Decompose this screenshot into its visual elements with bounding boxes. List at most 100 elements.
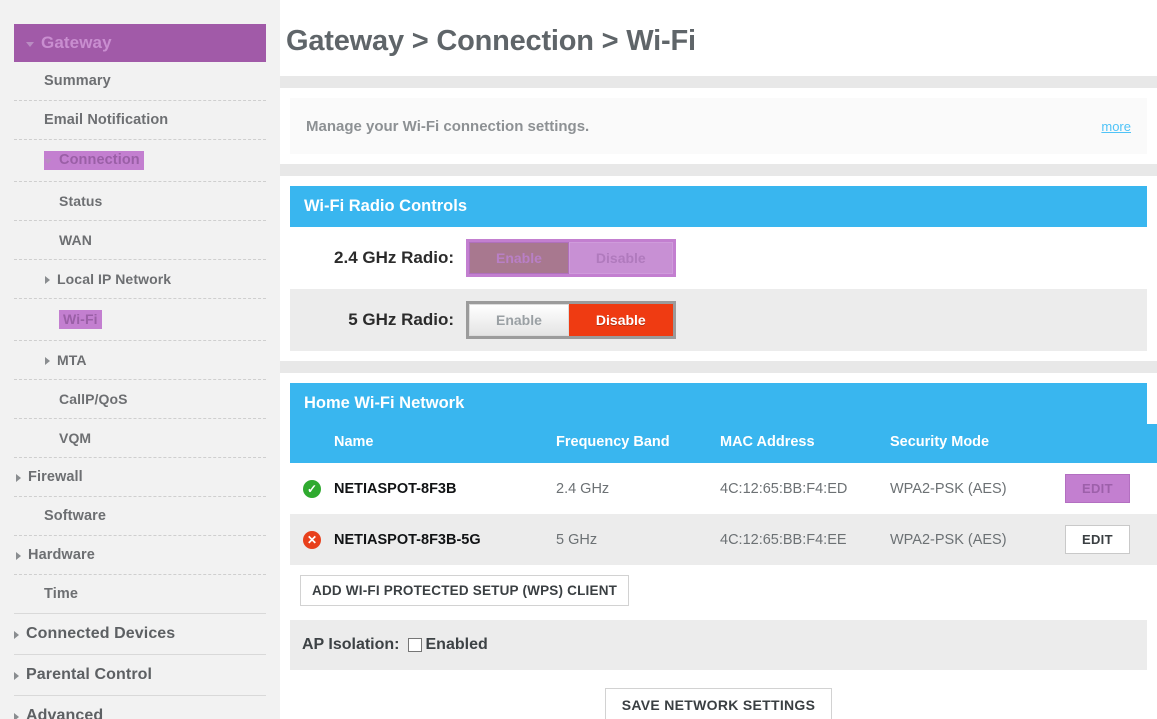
table-row: ✕ NETIASPOT-8F3B-5G 5 GHz 4C:12:65:BB:F4… [290, 514, 1157, 566]
radio-row-5ghz: 5 GHz Radio: Enable Disable [290, 289, 1147, 352]
sidebar-item-local-ip-network[interactable]: Local IP Network [0, 260, 280, 299]
sidebar-item-callp-qos[interactable]: CallP/QoS [0, 380, 280, 419]
description-panel: Manage your Wi-Fi connection settings. m… [280, 88, 1157, 164]
sidebar-item-label: Firewall [28, 469, 83, 485]
main-content: Gateway > Connection > Wi-Fi Manage your… [280, 0, 1157, 719]
save-network-settings-button[interactable]: SAVE NETWORK SETTINGS [604, 688, 833, 719]
sidebar-item-status[interactable]: Status [0, 182, 280, 221]
edit-button-24ghz[interactable]: EDIT [1065, 474, 1130, 504]
chevron-right-icon [45, 357, 50, 365]
network-name: NETIASPOT-8F3B [334, 463, 556, 515]
sidebar-item-gateway[interactable]: Gateway [14, 24, 266, 62]
disable-button-5ghz[interactable]: Disable [568, 304, 673, 337]
sidebar: Gateway Summary Email Notification Conne… [0, 0, 280, 719]
chevron-right-icon [14, 631, 19, 639]
chevron-down-icon [26, 41, 34, 47]
sidebar-item-label: Parental Control [26, 666, 153, 683]
status-cell: ✕ [290, 514, 334, 566]
sidebar-item-label: Advanced [26, 707, 104, 719]
sidebar-item-connected-devices[interactable]: Connected Devices [0, 614, 280, 655]
chevron-right-icon [16, 552, 21, 560]
col-status [290, 424, 334, 464]
sidebar-item-label: Software [44, 508, 107, 524]
sidebar-item-vqm[interactable]: VQM [0, 419, 280, 458]
sidebar-item-email-notification[interactable]: Email Notification [0, 101, 280, 140]
radio-row-label: 2.4 GHz Radio: [334, 248, 454, 268]
disable-button-24ghz[interactable]: Disable [568, 242, 673, 275]
sidebar-item-label: Gateway [41, 33, 112, 52]
panel-divider-2 [280, 164, 1157, 176]
sidebar-item-software[interactable]: Software [0, 497, 280, 536]
radio-controls-header: Wi-Fi Radio Controls [290, 186, 1147, 227]
sidebar-item-label-highlighted: Connection [44, 151, 144, 170]
table-row: ✓ NETIASPOT-8F3B 2.4 GHz 4C:12:65:BB:F4:… [290, 463, 1157, 515]
check-circle-icon: ✓ [303, 479, 321, 498]
home-network-header: Home Wi-Fi Network [290, 383, 1147, 425]
add-wps-client-button[interactable]: ADD WI-FI PROTECTED SETUP (WPS) CLIENT [300, 575, 630, 607]
sidebar-item-parental-control[interactable]: Parental Control [0, 655, 280, 696]
chevron-right-icon [14, 672, 19, 680]
sidebar-item-advanced[interactable]: Advanced [0, 696, 280, 719]
table-header-row: Name Frequency Band MAC Address Security… [290, 424, 1157, 464]
edit-button-5ghz[interactable]: EDIT [1065, 525, 1130, 555]
col-mac-address: MAC Address [720, 424, 890, 464]
sidebar-item-label: Connected Devices [26, 625, 176, 642]
radio-toggle-24ghz: Enable Disable [466, 239, 676, 278]
panel-divider-1 [280, 76, 1157, 88]
col-security-mode: Security Mode [890, 424, 1065, 464]
chevron-right-icon [45, 276, 50, 284]
sidebar-item-wan[interactable]: WAN [0, 221, 280, 260]
network-mac-address: 4C:12:65:BB:F4:EE [720, 514, 890, 566]
sidebar-item-label: Time [44, 586, 78, 602]
sidebar-item-time[interactable]: Time [0, 575, 280, 614]
sidebar-item-firewall[interactable]: Firewall [0, 458, 280, 497]
panel-divider-3 [280, 361, 1157, 374]
chevron-right-icon [14, 713, 19, 719]
network-frequency-band: 2.4 GHz [556, 463, 720, 515]
sidebar-item-connection[interactable]: Connection [0, 140, 280, 182]
chevron-down-icon [44, 158, 52, 164]
breadcrumb: Gateway > Connection > Wi-Fi [286, 25, 696, 57]
sidebar-item-label: CallP/QoS [59, 391, 128, 407]
wps-area: ADD WI-FI PROTECTED SETUP (WPS) CLIENT [290, 565, 1147, 621]
network-mac-address: 4C:12:65:BB:F4:ED [720, 463, 890, 515]
actions-cell: EDIT [1065, 514, 1157, 566]
wifi-networks-table: Name Frequency Band MAC Address Security… [290, 424, 1157, 566]
radio-row-24ghz: 2.4 GHz Radio: Enable Disable [290, 227, 1147, 290]
enable-button-24ghz[interactable]: Enable [469, 242, 569, 275]
description-bar: Manage your Wi-Fi connection settings. m… [290, 98, 1147, 154]
network-frequency-band: 5 GHz [556, 514, 720, 566]
sidebar-item-label: Summary [44, 73, 111, 89]
network-security-mode: WPA2-PSK (AES) [890, 463, 1065, 515]
col-actions [1065, 424, 1157, 464]
sidebar-item-label: Connection [59, 152, 140, 168]
x-circle-icon: ✕ [303, 530, 321, 549]
sidebar-item-label: Status [59, 193, 103, 209]
enable-button-5ghz[interactable]: Enable [469, 304, 569, 337]
radio-row-label: 5 GHz Radio: [348, 310, 454, 330]
radio-toggle-5ghz: Enable Disable [466, 301, 676, 340]
sidebar-item-summary[interactable]: Summary [0, 62, 280, 101]
table-header: Name Frequency Band MAC Address Security… [290, 424, 1157, 464]
ap-isolation-checkbox-label: Enabled [425, 636, 488, 654]
sidebar-item-label: WAN [59, 232, 92, 248]
sidebar-item-label: Local IP Network [57, 271, 172, 287]
sidebar-item-wifi[interactable]: Wi-Fi [0, 299, 280, 341]
status-cell: ✓ [290, 463, 334, 515]
sidebar-item-label: Hardware [28, 547, 95, 563]
sidebar-item-hardware[interactable]: Hardware [0, 536, 280, 575]
network-security-mode: WPA2-PSK (AES) [890, 514, 1065, 566]
sidebar-item-label: Email Notification [44, 112, 169, 128]
home-wifi-network-panel: Home Wi-Fi Network Name Frequency Band M… [280, 373, 1157, 719]
chevron-right-icon [16, 474, 21, 482]
actions-cell: EDIT [1065, 463, 1157, 515]
col-frequency-band: Frequency Band [556, 424, 720, 464]
sidebar-item-label: VQM [59, 430, 92, 446]
wifi-radio-controls-panel: Wi-Fi Radio Controls 2.4 GHz Radio: Enab… [280, 176, 1157, 362]
ap-isolation-label: AP Isolation: [302, 636, 400, 654]
more-link[interactable]: more [1101, 119, 1131, 134]
ap-isolation-checkbox[interactable] [407, 638, 422, 653]
sidebar-item-label: MTA [57, 352, 87, 368]
ap-isolation-row: AP Isolation: Enabled [290, 620, 1147, 671]
sidebar-item-mta[interactable]: MTA [0, 341, 280, 380]
